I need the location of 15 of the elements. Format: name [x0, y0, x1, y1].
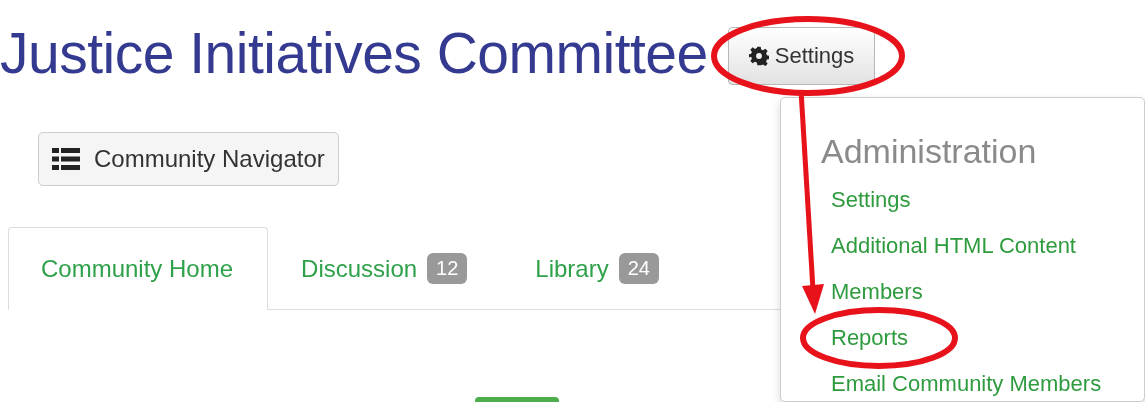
menu-item[interactable]: Settings: [831, 185, 911, 231]
menu-item[interactable]: Members: [831, 277, 923, 323]
list-icon: [52, 147, 80, 171]
tab[interactable]: Library 24: [502, 227, 694, 309]
page-title: Justice Initiatives Committee: [0, 24, 708, 82]
menu-heading: Administration: [821, 132, 1038, 171]
count-badge: 24: [618, 253, 659, 284]
tab[interactable]: Discussion 12: [268, 227, 503, 309]
tab[interactable]: Community Home: [8, 227, 269, 310]
gear-icon: [748, 46, 769, 66]
count-badge: 12: [427, 253, 468, 284]
menu-item[interactable]: Email Community Members: [831, 369, 1102, 402]
community-navigator-button[interactable]: Community Navigator: [38, 132, 339, 186]
menu-item[interactable]: Additional HTML Content: [831, 231, 1076, 277]
settings-button[interactable]: Settings: [727, 27, 876, 85]
